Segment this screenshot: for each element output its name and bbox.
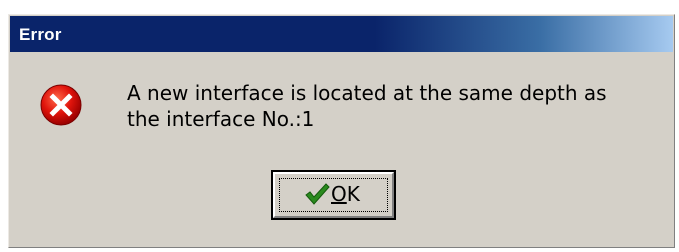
title-bar[interactable]: Error xyxy=(10,16,673,52)
ok-button-label: OK xyxy=(331,182,360,206)
message-line: A new interface is located at the same d… xyxy=(127,81,607,105)
error-icon xyxy=(40,84,82,126)
error-message: A new interface is located at the same d… xyxy=(127,80,672,132)
dialog-title: Error xyxy=(19,25,62,44)
message-line: the interface No.:1 xyxy=(127,107,315,131)
error-dialog: Error A new interface is located at the … xyxy=(8,14,675,248)
checkmark-icon xyxy=(305,183,330,205)
ok-button[interactable]: OK xyxy=(271,170,396,220)
